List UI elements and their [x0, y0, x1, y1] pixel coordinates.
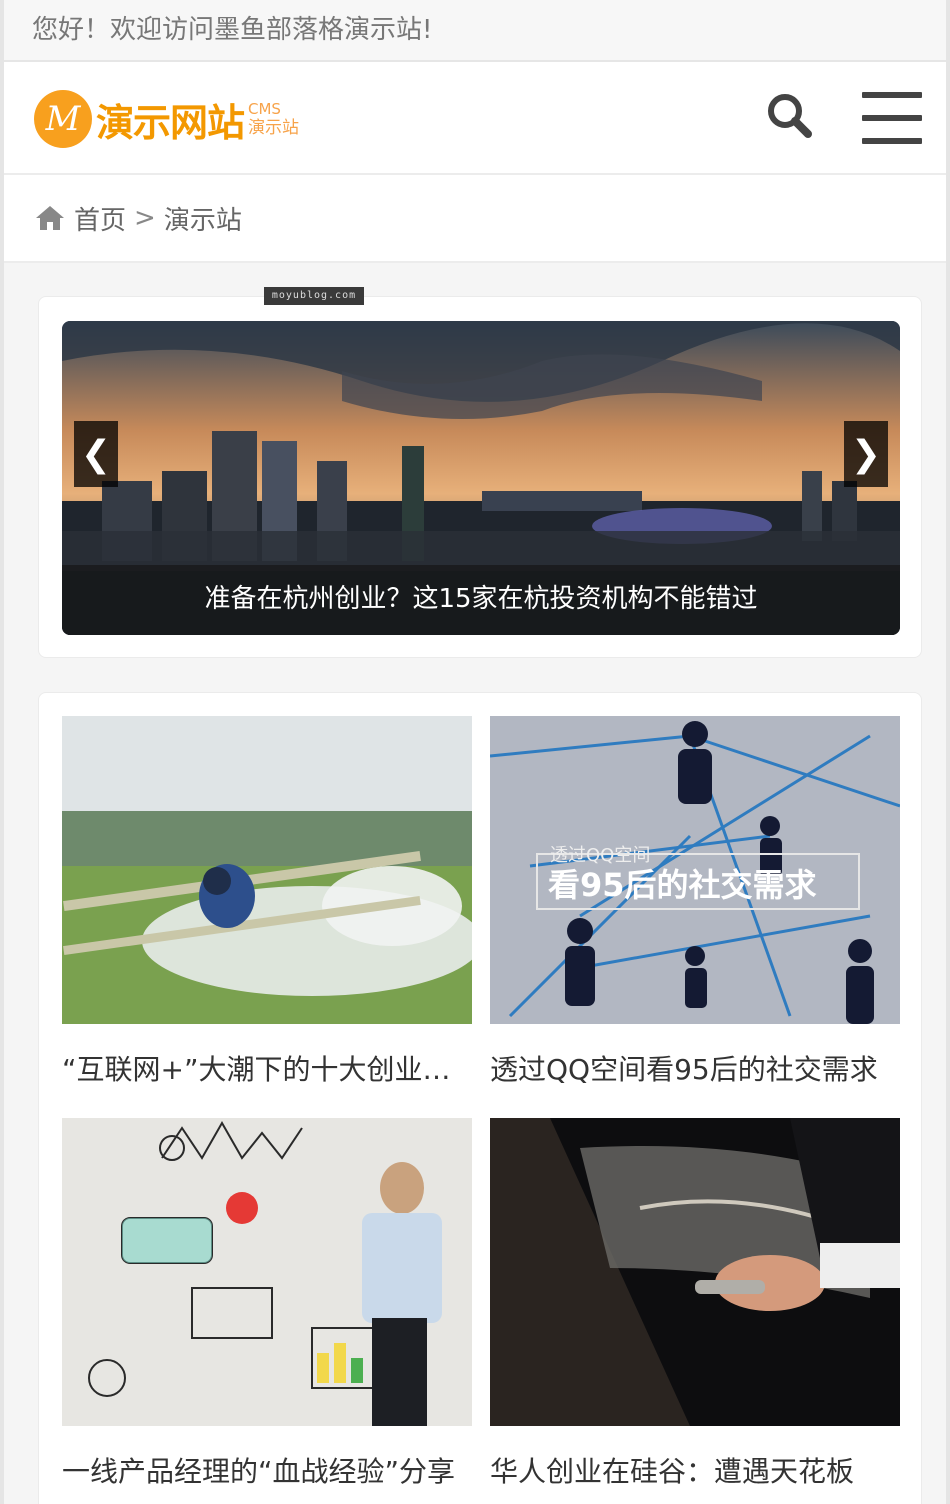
- logo-sub-bottom: 演示站: [248, 117, 300, 138]
- article-card[interactable]: 一线产品经理的“血战经验”分享: [62, 1118, 472, 1492]
- search-icon: [768, 94, 812, 138]
- breadcrumb-home-link[interactable]: 首页: [74, 200, 126, 237]
- logo-name: 演示网站: [96, 100, 245, 145]
- logo-sub-top: CMS: [248, 99, 281, 118]
- article-card[interactable]: “互联网+”大潮下的十大创业机会: [62, 716, 472, 1090]
- page: 您好！欢迎访问墨鱼部落格演示站! M 演示网站 CMS 演示站 首页 > 演示站…: [0, 0, 950, 1504]
- article-thumb-whiteboard-sketch: [62, 1118, 472, 1426]
- hamburger-menu-button[interactable]: [862, 92, 922, 144]
- menu-bar: [862, 138, 922, 144]
- article-title[interactable]: 透过QQ空间看95后的社交需求: [490, 1050, 885, 1090]
- logo-sub: CMS 演示站: [248, 99, 300, 138]
- slide[interactable]: ❮ ❯ 准备在杭州创业？这15家在杭投资机构不能错过: [62, 321, 900, 635]
- welcome-bar: 您好！欢迎访问墨鱼部落格演示站!: [4, 0, 946, 62]
- article-thumb-car-door: [490, 1118, 900, 1426]
- article-title[interactable]: “互联网+”大潮下的十大创业机会: [62, 1050, 457, 1090]
- site-header: M 演示网站 CMS 演示站: [4, 62, 946, 175]
- article-title[interactable]: 一线产品经理的“血战经验”分享: [62, 1452, 457, 1492]
- slider-prev-button[interactable]: ❮: [74, 421, 118, 487]
- breadcrumb-current[interactable]: 演示站: [164, 200, 242, 237]
- breadcrumb-separator: >: [134, 203, 156, 233]
- menu-bar: [862, 92, 922, 98]
- slider-card: ❮ ❯ 准备在杭州创业？这15家在杭投资机构不能错过: [38, 296, 922, 658]
- logo-mark: M: [34, 90, 92, 148]
- article-title[interactable]: 华人创业在硅谷：遭遇天花板: [490, 1452, 885, 1492]
- article-grid: “互联网+”大潮下的十大创业机会 透过QQ空间 看95后的社交需求 透过QQ空间…: [38, 692, 922, 1504]
- site-logo[interactable]: M 演示网站 CMS 演示站: [34, 88, 314, 150]
- article-card[interactable]: 华人创业在硅谷：遭遇天花板: [490, 1118, 900, 1492]
- article-card[interactable]: 透过QQ空间 看95后的社交需求 透过QQ空间看95后的社交需求: [490, 716, 900, 1090]
- home-icon: [36, 206, 64, 230]
- slide-caption[interactable]: 准备在杭州创业？这15家在杭投资机构不能错过: [62, 565, 900, 635]
- menu-bar: [862, 115, 922, 121]
- welcome-text: 您好！欢迎访问墨鱼部落格演示站!: [32, 15, 433, 45]
- thumb-text-big: 看95后的社交需求: [548, 866, 817, 904]
- breadcrumb: 首页 > 演示站: [4, 175, 946, 263]
- watermark: moyublog.com: [264, 287, 364, 305]
- thumb-text-small: 透过QQ空间: [550, 845, 650, 866]
- search-button[interactable]: [762, 88, 818, 144]
- article-thumb-social-network: 透过QQ空间 看95后的社交需求: [490, 716, 900, 1024]
- article-thumb-crop-duster-plane: [62, 716, 472, 1024]
- slider-next-button[interactable]: ❯: [844, 421, 888, 487]
